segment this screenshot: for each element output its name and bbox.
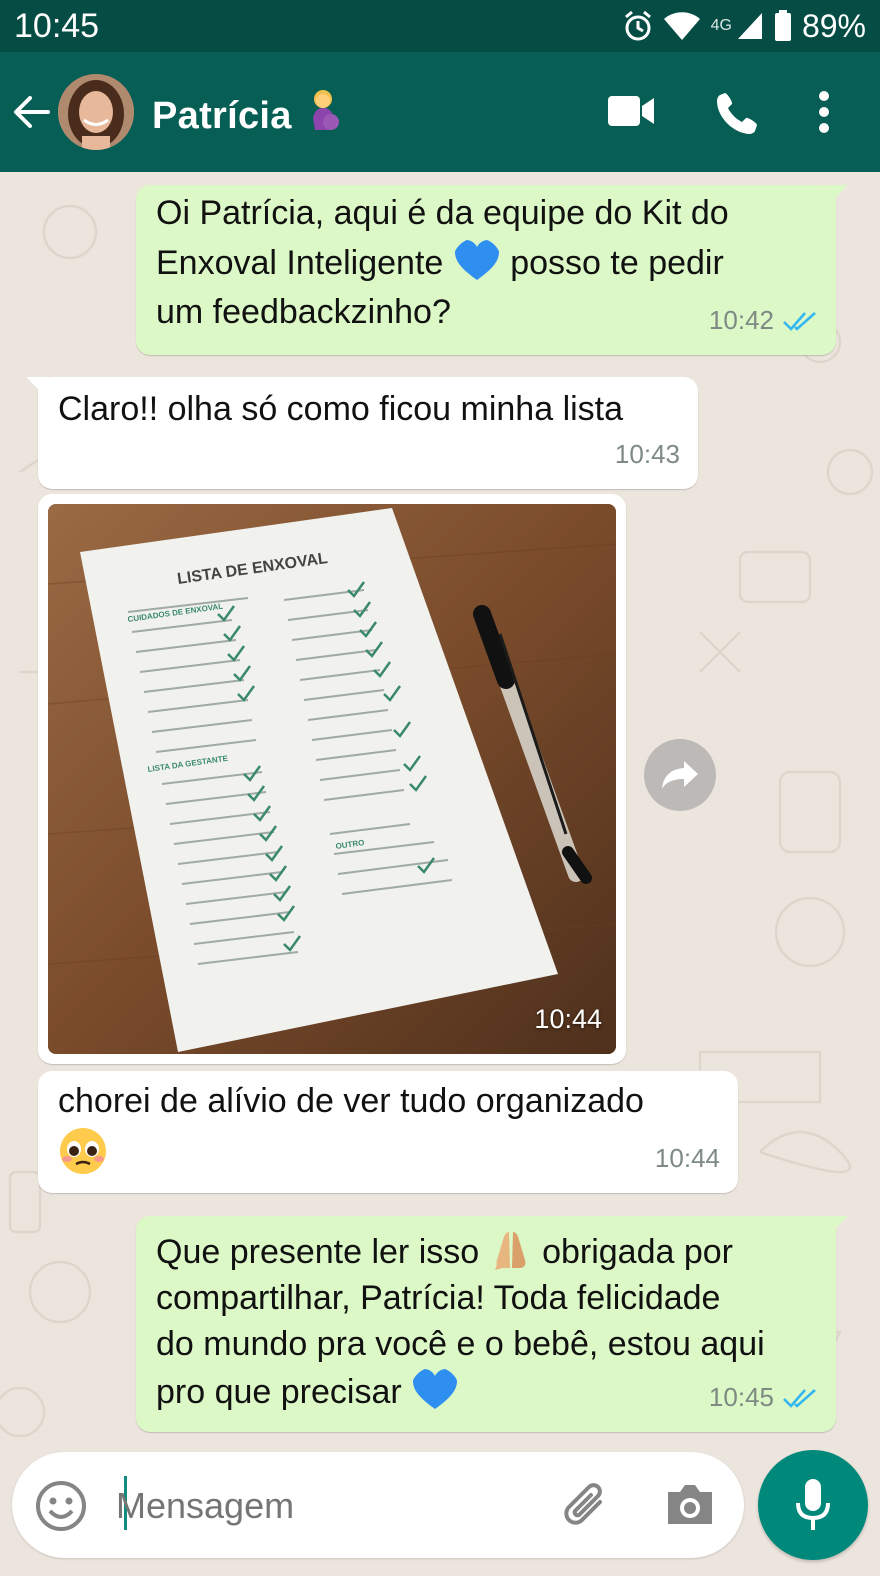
message-time: 10:42 <box>708 305 774 335</box>
message-time: 10:43 <box>614 439 680 469</box>
message-time: 10:44 <box>654 1143 720 1173</box>
bubble-tail <box>826 185 848 207</box>
message-photo[interactable]: LISTA DE ENXOVAL CUIDADOS DE ENXOVAL LIS… <box>48 504 616 1054</box>
message-line: do mundo pra você e o bebê, estou aqui <box>156 1325 765 1363</box>
blue-heart-emoji-icon <box>454 240 499 280</box>
message-line: compartilhar, Patrícia! Toda felicidade <box>156 1279 721 1317</box>
paperclip-icon[interactable] <box>560 1480 614 1534</box>
camera-icon[interactable] <box>664 1482 716 1528</box>
contact-avatar[interactable] <box>58 74 134 150</box>
phone-call-icon[interactable] <box>716 90 760 134</box>
forward-button[interactable] <box>644 739 716 811</box>
alarm-icon <box>624 10 651 41</box>
chat-area[interactable]: Oi Patrícia, aqui é da equipe do Kit do … <box>0 172 880 1442</box>
folded-hands-emoji-icon <box>494 1232 526 1270</box>
back-arrow-icon[interactable] <box>12 92 52 132</box>
read-double-check-icon <box>783 1388 816 1408</box>
message-line: chorei de alívio de ver tudo organizado <box>58 1082 644 1120</box>
message-line: Que presente ler isso obrigada por <box>156 1228 816 1275</box>
message-line: Oi Patrícia, aqui é da equipe do Kit do <box>156 194 729 232</box>
message-time: 10:45 <box>708 1382 774 1412</box>
avatar-photo <box>58 74 134 150</box>
message-text: Claro!! olha só como ficou minha lista <box>58 390 624 428</box>
status-time: 10:45 <box>14 6 100 45</box>
battery-icon <box>774 10 791 41</box>
read-double-check-icon <box>783 311 816 331</box>
battery-percent: 89% <box>801 7 866 44</box>
contact-name-text: Patrícia <box>152 95 292 137</box>
microphone-icon <box>796 1479 830 1530</box>
blue-heart-emoji-icon <box>413 1369 458 1409</box>
message-composer <box>12 1452 744 1558</box>
message-meta: 10:45 <box>709 1373 818 1422</box>
message-incoming[interactable]: chorei de alívio de ver tudo organizado … <box>38 1071 738 1193</box>
status-bar: 10:45 4G 89% <box>0 0 880 52</box>
photo-time: 10:44 <box>534 1004 602 1034</box>
message-fragment: obrigada por <box>542 1233 733 1271</box>
signal-icon <box>737 13 762 39</box>
pregnant-woman-emoji-icon <box>312 90 339 130</box>
photo-content: LISTA DE ENXOVAL CUIDADOS DE ENXOVAL LIS… <box>48 504 616 1054</box>
wifi-icon <box>663 12 700 40</box>
contact-name[interactable]: Patrícia <box>152 88 347 138</box>
video-call-icon[interactable] <box>606 94 656 128</box>
message-fragment: Enxoval Inteligente <box>156 244 444 282</box>
message-incoming[interactable]: Claro!! olha só como ficou minha lista 1… <box>26 377 698 489</box>
message-fragment: Que presente ler isso <box>156 1233 480 1271</box>
message-meta: 10:42 <box>709 296 818 345</box>
message-image[interactable]: LISTA DE ENXOVAL CUIDADOS DE ENXOVAL LIS… <box>38 494 626 1064</box>
bubble-tail <box>826 1216 848 1238</box>
message-outgoing[interactable]: Que presente ler isso obrigada por compa… <box>136 1216 848 1432</box>
emoji-icon[interactable] <box>34 1479 88 1533</box>
message-text: chorei de alívio de ver tudo organizado <box>38 1071 738 1181</box>
more-options-icon[interactable] <box>818 90 830 134</box>
pleading-face-emoji-icon <box>60 1128 106 1174</box>
message-input[interactable] <box>116 1480 536 1532</box>
chat-header: Patrícia <box>0 52 880 172</box>
message-fragment: posso te pedir <box>510 244 724 282</box>
message-outgoing[interactable]: Oi Patrícia, aqui é da equipe do Kit do … <box>136 185 848 355</box>
forward-arrow-icon <box>662 761 698 789</box>
message-fragment: pro que precisar <box>156 1373 402 1411</box>
network-type: 4G <box>710 17 732 34</box>
message-line: Enxoval Inteligente posso te pedir <box>156 238 816 288</box>
bubble-tail <box>26 377 48 399</box>
voice-message-button[interactable] <box>758 1450 868 1560</box>
status-icons: 4G 89% <box>623 8 866 45</box>
message-meta: 10:43 <box>615 430 680 479</box>
message-meta: 10:44 <box>655 1134 720 1183</box>
